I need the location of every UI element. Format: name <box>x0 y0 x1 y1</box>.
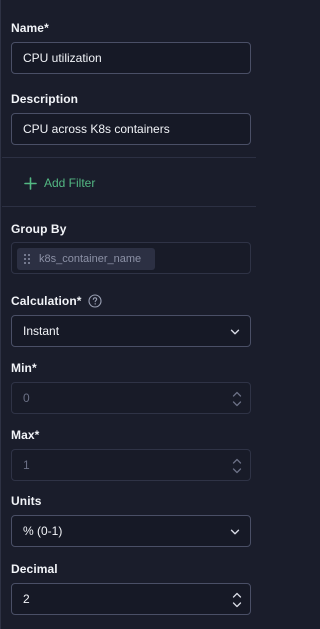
widget-settings-panel: Name* CPU utilization Description CPU ac… <box>0 0 256 629</box>
group-by-field[interactable]: k8s_container_name <box>11 242 251 274</box>
stepper-icon[interactable] <box>232 389 242 409</box>
decimal-label: Decimal <box>11 562 58 576</box>
chevron-down-icon <box>230 329 240 335</box>
max-placeholder: 1 <box>23 458 30 472</box>
section-divider <box>2 157 256 158</box>
description-value: CPU across K8s containers <box>23 122 170 136</box>
min-label: Min* <box>11 361 37 375</box>
name-field[interactable]: CPU utilization <box>11 42 251 74</box>
description-field[interactable]: CPU across K8s containers <box>11 113 251 145</box>
min-placeholder: 0 <box>23 391 30 405</box>
stepper-icon[interactable] <box>232 456 242 476</box>
help-circle-icon[interactable] <box>88 294 102 308</box>
drag-handle-icon[interactable] <box>24 254 30 264</box>
calculation-label: Calculation* <box>11 294 82 308</box>
stepper-icon[interactable] <box>232 590 242 610</box>
calculation-select[interactable]: Instant <box>11 315 251 347</box>
units-select[interactable]: % (0-1) <box>11 515 251 547</box>
units-value: % (0-1) <box>23 524 63 538</box>
max-field[interactable]: 1 <box>11 449 251 481</box>
decimal-field[interactable]: 2 <box>11 583 251 615</box>
description-label: Description <box>11 92 79 106</box>
group-by-label: Group By <box>11 222 67 236</box>
name-value: CPU utilization <box>23 51 102 65</box>
max-label: Max* <box>11 428 40 442</box>
add-filter-button[interactable]: Add Filter <box>24 174 95 192</box>
chevron-down-icon <box>230 529 240 535</box>
units-label: Units <box>11 494 42 508</box>
group-by-chip-label: k8s_container_name <box>39 253 142 265</box>
plus-icon <box>24 176 37 190</box>
group-by-chip[interactable]: k8s_container_name <box>17 248 155 270</box>
add-filter-label: Add Filter <box>44 176 96 190</box>
name-label: Name* <box>11 21 49 35</box>
min-field[interactable]: 0 <box>11 382 251 414</box>
decimal-value: 2 <box>23 592 30 606</box>
section-divider <box>2 206 256 207</box>
calculation-value: Instant <box>23 324 60 338</box>
